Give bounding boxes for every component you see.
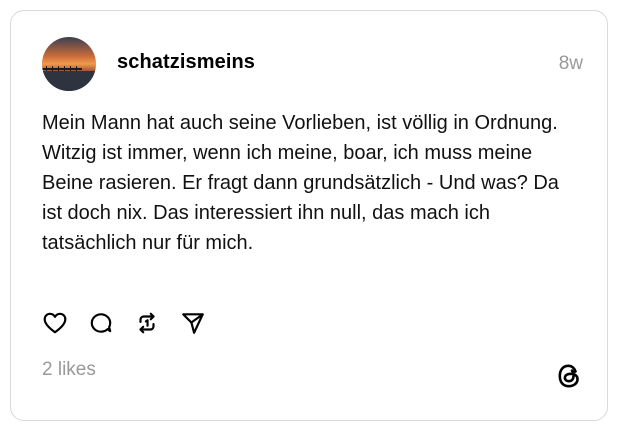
post-body-text: Mein Mann hat auch seine Vorlieben, ist …	[42, 112, 559, 254]
username[interactable]: schatzismeins	[117, 51, 255, 74]
threads-logo-icon[interactable]	[555, 362, 583, 390]
threads-post-card: schatzismeins 8w Mein Mann hat auch sein…	[10, 10, 608, 421]
avatar[interactable]	[42, 37, 96, 91]
repost-button[interactable]	[133, 311, 161, 339]
heart-icon	[42, 310, 68, 341]
repost-icon	[134, 310, 160, 341]
comment-icon	[88, 310, 114, 341]
post-timestamp: 8w	[558, 53, 583, 74]
like-button[interactable]	[41, 311, 69, 339]
share-button[interactable]	[179, 311, 207, 339]
likes-count[interactable]: 2 likes	[42, 359, 96, 381]
send-icon	[180, 310, 206, 341]
reply-button[interactable]	[87, 311, 115, 339]
